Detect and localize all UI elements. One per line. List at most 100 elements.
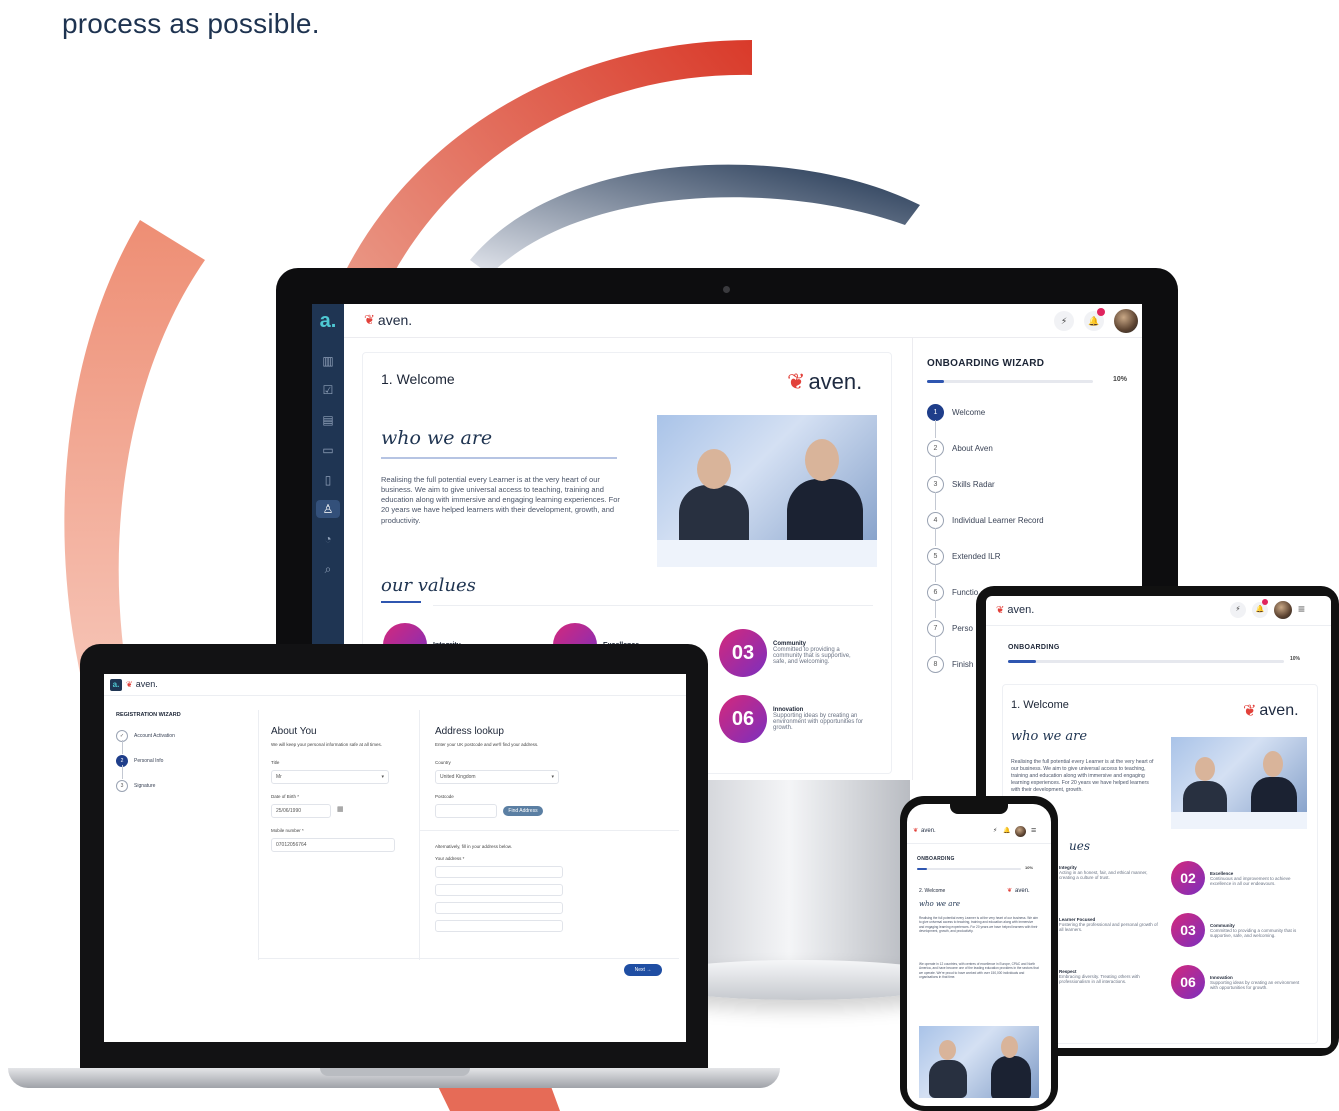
step-connector xyxy=(122,765,123,779)
value-item: 06 Innovation Supporting ideas by creating… xyxy=(1171,965,1300,999)
dob-input[interactable]: 25/06/1990 xyxy=(271,804,331,818)
registration-step[interactable]: ✓ Account Activation xyxy=(116,730,175,742)
title-label: Title xyxy=(271,760,280,765)
phone-brand[interactable]: ❦ aven. xyxy=(913,827,936,835)
menu-icon[interactable]: ≡ xyxy=(1031,825,1036,835)
wizard-step[interactable]: 8 Finish xyxy=(927,656,973,673)
chat-icon[interactable]: ▭ xyxy=(319,441,337,459)
aven-heart-icon: ❦ xyxy=(126,679,133,689)
document-icon[interactable]: ▯ xyxy=(319,471,337,489)
value-desc: Continuous and improvement to achieve ex… xyxy=(1210,875,1291,886)
value-innovation: 06 Innovation Supporting ideas by creati… xyxy=(719,695,865,743)
tablet-brand[interactable]: ❦ aven. xyxy=(996,604,1034,616)
address-line-3[interactable] xyxy=(435,902,563,914)
person-left-head xyxy=(939,1040,956,1060)
registration-wizard-title: REGISTRATION WIZARD xyxy=(116,712,181,718)
handshake-photo xyxy=(1171,737,1307,829)
mobile-input[interactable]: 07012056764 xyxy=(271,838,395,852)
wizard-step[interactable]: 6 Functio xyxy=(927,584,978,601)
brand-name: aven. xyxy=(921,827,936,834)
person-left xyxy=(929,1060,967,1098)
title-select[interactable]: Mr ▾ xyxy=(271,770,389,784)
wizard-step[interactable]: 2 About Aven xyxy=(927,440,993,457)
address-line-4[interactable] xyxy=(435,920,563,932)
monitor-stand xyxy=(690,780,910,970)
file-search-icon[interactable]: ⌕ xyxy=(319,560,337,578)
chart-icon[interactable]: ▥ xyxy=(319,352,337,370)
lightning-icon[interactable]: ⚡ xyxy=(993,827,997,834)
handshake-photo xyxy=(919,1026,1039,1098)
header-brand[interactable]: ❦ aven. xyxy=(364,312,412,328)
country-select[interactable]: United Kingdom ▾ xyxy=(435,770,559,784)
menu-icon[interactable]: ≡ xyxy=(1298,602,1305,616)
notebook-icon[interactable]: ▤ xyxy=(319,411,337,429)
address-line-1[interactable] xyxy=(435,866,563,878)
next-button[interactable]: Next → xyxy=(624,964,662,976)
calendar-icon[interactable]: ▦ xyxy=(337,805,344,813)
address-line-2[interactable] xyxy=(435,884,563,896)
step-connector xyxy=(122,740,123,754)
avatar[interactable] xyxy=(1274,601,1292,619)
value-number: 06 xyxy=(1171,965,1205,999)
value-text: Innovation Supporting ideas by creating … xyxy=(773,707,865,731)
laptop-screen: a. ❦ aven. REGISTRATION WIZARD ✓ Account … xyxy=(104,674,686,1042)
step-connector xyxy=(935,636,936,654)
address-lookup-title: Address lookup xyxy=(435,726,504,737)
welcome-brand-logo: ❦ aven. xyxy=(787,369,862,395)
dob-label: Date of Birth * xyxy=(271,794,300,799)
step-number: 3 xyxy=(116,780,128,792)
user-icon[interactable]: ♙ xyxy=(316,500,340,518)
who-we-are-text: Realising the full potential every Learn… xyxy=(919,916,1039,933)
brand-name: aven. xyxy=(1259,702,1299,719)
lightning-icon[interactable]: ⚡ xyxy=(1230,602,1246,618)
person-right-head xyxy=(1001,1036,1018,1058)
app-logo[interactable]: a. xyxy=(110,679,122,691)
registration-step[interactable]: 2 Personal Info xyxy=(116,755,163,767)
notification-badge xyxy=(1262,599,1268,605)
welcome-brand-logo: ❦ aven. xyxy=(1243,701,1299,721)
step-number: 2 xyxy=(927,440,944,457)
page-title: 1. Welcome xyxy=(1011,699,1069,711)
desk xyxy=(1171,812,1307,829)
step-connector xyxy=(935,492,936,510)
aven-heart-icon: ❦ xyxy=(787,369,806,394)
postcode-input[interactable] xyxy=(435,804,497,818)
value-desc: Embracing diversity. Treating others wit… xyxy=(1059,974,1140,984)
operations-text: We operate in 12 countries, with centres… xyxy=(919,962,1039,979)
wizard-step[interactable]: 4 Individual Learner Record xyxy=(927,512,1044,529)
wizard-progress-label: 10% xyxy=(1290,656,1301,662)
lightning-icon[interactable]: ⚡ xyxy=(1054,311,1074,331)
desk xyxy=(657,539,877,567)
wizard-progress-fill xyxy=(927,380,944,383)
laptop-brand[interactable]: ❦ aven. xyxy=(126,679,158,689)
who-we-are-text: Realising the full potential every Learn… xyxy=(1011,759,1154,794)
brand-name: aven. xyxy=(1007,604,1035,616)
postcode-label: Postcode xyxy=(435,794,454,799)
wizard-step[interactable]: 3 Skills Radar xyxy=(927,476,995,493)
registration-step[interactable]: 3 Signature xyxy=(116,780,155,792)
step-label: Welcome xyxy=(952,408,986,417)
brand-name: aven. xyxy=(135,679,158,689)
avatar[interactable] xyxy=(1015,826,1026,837)
wizard-step[interactable]: 7 Perso xyxy=(927,620,973,637)
find-address-button[interactable]: Find Address xyxy=(503,806,543,816)
brand-name: aven. xyxy=(1015,887,1030,894)
avatar[interactable] xyxy=(1114,309,1138,333)
value-text: Excellence Continuous and improvement to … xyxy=(1210,871,1300,886)
registration-form: About You We will keep your personal inf… xyxy=(258,710,679,960)
laptop-notch xyxy=(320,1068,470,1076)
bell-icon[interactable]: 🔔 xyxy=(1003,827,1010,834)
aven-heart-icon: ❦ xyxy=(996,604,1005,616)
clock-icon[interactable]: ◔ xyxy=(319,530,337,548)
about-you-title: About You xyxy=(271,726,317,737)
aven-heart-icon: ❦ xyxy=(1007,888,1013,894)
checkbox-icon[interactable]: ☑ xyxy=(319,381,337,399)
step-label: Finish xyxy=(952,660,974,669)
wizard-step[interactable]: 5 Extended ILR xyxy=(927,548,1000,565)
value-text: Community Committed to providing a commun… xyxy=(1210,923,1300,938)
wizard-step[interactable]: 1 Welcome xyxy=(927,404,985,421)
value-number: 06 xyxy=(719,695,767,743)
app-logo[interactable]: a. xyxy=(316,310,340,334)
step-label: Functio xyxy=(952,588,979,597)
who-we-are-heading: who we are xyxy=(1011,729,1088,744)
